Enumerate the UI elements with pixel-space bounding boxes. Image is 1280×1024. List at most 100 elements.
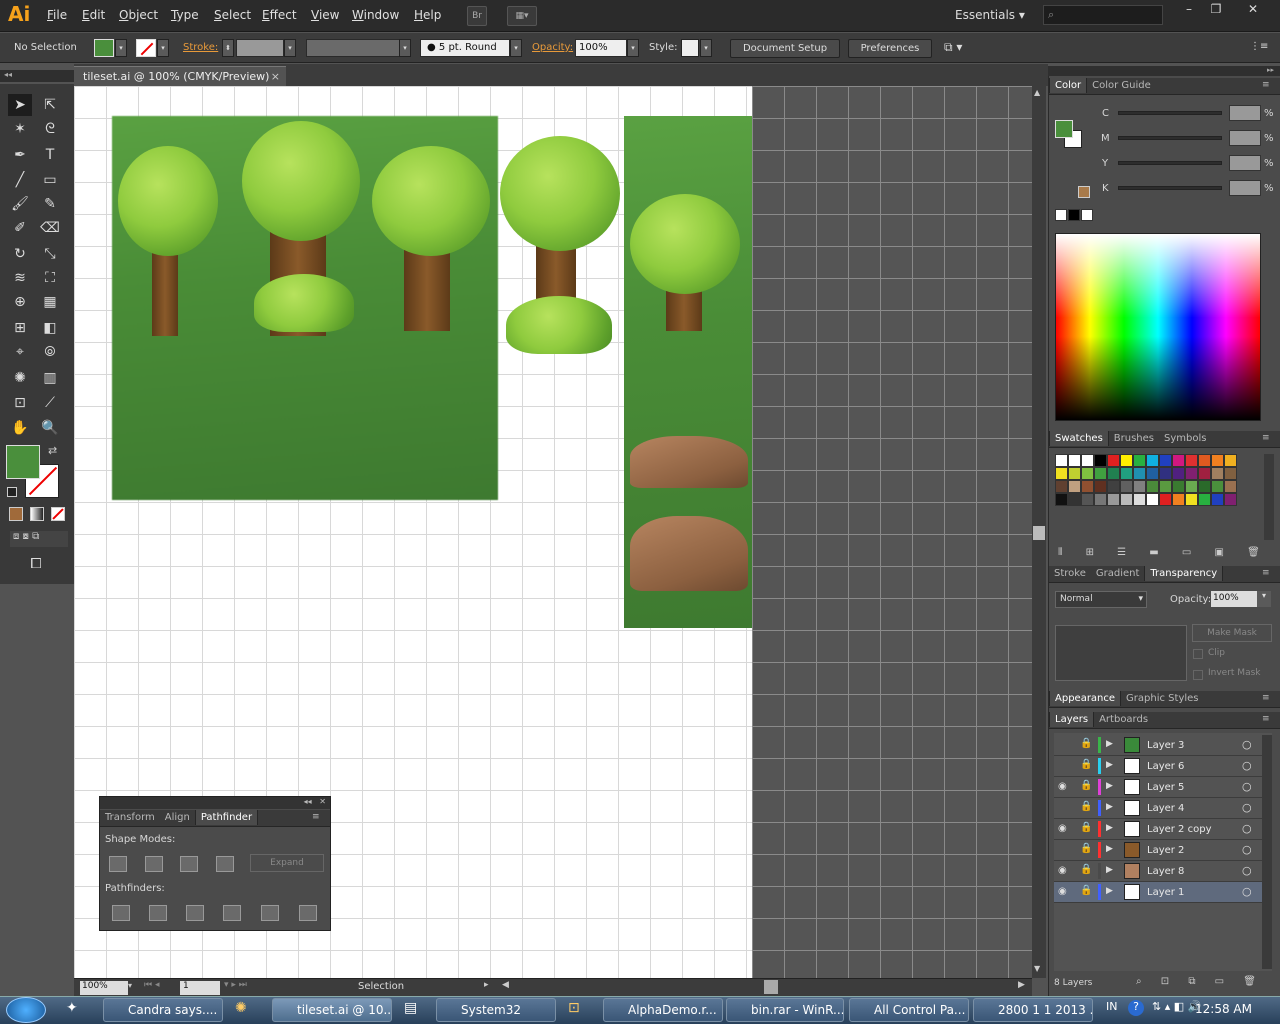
color-mode-button[interactable]	[9, 507, 23, 521]
toolbar-collapse-icon[interactable]: ◂◂	[0, 70, 74, 82]
lock-icon[interactable]: 🔒	[1080, 864, 1092, 875]
layer-name[interactable]: Layer 1	[1147, 887, 1184, 898]
taskbar-chrome[interactable]: Candra says.... ...	[103, 998, 223, 1022]
layers-scrollbar[interactable]	[1262, 735, 1272, 969]
selection-tool-icon[interactable]: ➤	[8, 94, 32, 116]
hscroll-left-icon[interactable]: ◀	[502, 980, 509, 990]
divide-icon[interactable]	[112, 905, 130, 921]
drawing-modes-icon[interactable]: ⧈ ⧇ ⧉	[10, 531, 68, 547]
pen-tool-icon[interactable]: ✒	[8, 144, 32, 166]
scale-tool-icon[interactable]: ⤡	[38, 243, 62, 265]
expand-triangle-icon[interactable]: ▶	[1106, 844, 1113, 854]
perspective-grid-tool-icon[interactable]: ▦	[38, 291, 62, 313]
menu-select[interactable]: Select	[214, 8, 251, 22]
layer-row[interactable]: ◉ 🔒 ▶ Layer 1 ○	[1054, 882, 1272, 903]
line-tool-icon[interactable]: ╱	[8, 169, 32, 191]
taskbar-control-panel[interactable]: All Control Pa...	[849, 998, 969, 1022]
menu-window[interactable]: Window	[352, 8, 399, 22]
lock-icon[interactable]: 🔒	[1080, 822, 1092, 833]
expand-triangle-icon[interactable]: ▶	[1106, 865, 1113, 875]
zoom-dropdown-icon[interactable]: ▾	[128, 981, 132, 990]
tab-color-guide[interactable]: Color Guide	[1087, 78, 1156, 93]
opacity-label[interactable]: Opacity:	[532, 42, 573, 53]
shape-builder-tool-icon[interactable]: ⊕	[8, 291, 32, 313]
tab-brushes[interactable]: Brushes	[1109, 431, 1159, 446]
tab-pathfinder[interactable]: Pathfinder	[194, 810, 259, 825]
hscroll-right-icon[interactable]: ▶	[1018, 980, 1025, 990]
taskbar-winrar[interactable]: bin.rar - WinR...	[726, 998, 844, 1022]
blend-mode-select[interactable]: Normal ▾	[1055, 591, 1147, 608]
scroll-down-icon[interactable]: ▼	[1034, 964, 1040, 973]
menu-view[interactable]: View	[311, 8, 339, 22]
expand-triangle-icon[interactable]: ▶	[1106, 760, 1113, 770]
color-spectrum[interactable]	[1055, 233, 1261, 421]
artboard-nav-first-icon[interactable]: ⏮ ◂	[144, 980, 159, 990]
crop-icon[interactable]	[223, 905, 241, 921]
restore-button[interactable]: ❐	[1203, 0, 1229, 18]
mesh-tool-icon[interactable]: ⊞	[8, 317, 32, 339]
paintbrush-tool-icon[interactable]: 🖌	[8, 193, 32, 215]
target-circle-icon[interactable]: ○	[1242, 759, 1252, 772]
lock-icon[interactable]: 🔒	[1080, 801, 1092, 812]
gradient-tool-icon[interactable]: ◧	[38, 317, 62, 339]
tray-icons[interactable]: ⇅ ▴ ◧ 🔊	[1152, 1000, 1201, 1013]
stroke-label[interactable]: Stroke:	[183, 42, 218, 53]
target-circle-icon[interactable]: ○	[1242, 843, 1252, 856]
slice-tool-icon[interactable]: ⟋	[38, 392, 62, 414]
screen-mode-icon[interactable]: ⧠	[24, 553, 48, 575]
layer-name[interactable]: Layer 6	[1147, 761, 1184, 772]
swatches-scrollbar[interactable]	[1264, 454, 1274, 540]
zoom-field[interactable]: 100%	[80, 981, 128, 995]
direct-selection-tool-icon[interactable]: ⇱	[38, 94, 62, 116]
menu-object[interactable]: Object	[119, 8, 158, 22]
profile-dropdown[interactable]: ▾	[399, 39, 411, 57]
target-circle-icon[interactable]: ○	[1242, 738, 1252, 751]
arrange-documents-button[interactable]: ▦▾	[507, 6, 537, 26]
swap-colors-icon[interactable]: ⇄	[48, 444, 57, 457]
lock-icon[interactable]: 🔒	[1080, 885, 1092, 896]
tab-swatches[interactable]: Swatches	[1049, 431, 1109, 446]
tab-graphic-styles[interactable]: Graphic Styles	[1121, 691, 1203, 706]
clock[interactable]: 12:58 AM	[1195, 1002, 1252, 1016]
target-circle-icon[interactable]: ○	[1242, 885, 1252, 898]
symbol-sprayer-tool-icon[interactable]: ✺	[8, 367, 32, 389]
eraser-tool-icon[interactable]: ⌫	[38, 217, 62, 239]
taskbar-2800[interactable]: 2800 1 1 2013 ...	[973, 998, 1093, 1022]
clip-checkbox[interactable]	[1193, 649, 1203, 659]
taskbar-system32[interactable]: System32	[436, 998, 556, 1022]
tab-transparency[interactable]: Transparency	[1144, 566, 1224, 581]
preferences-button[interactable]: Preferences	[848, 39, 932, 58]
tab-stroke[interactable]: Stroke	[1049, 566, 1091, 581]
expand-triangle-icon[interactable]: ▶	[1106, 823, 1113, 833]
layer-name[interactable]: Layer 3	[1147, 740, 1184, 751]
pinned-app-icon[interactable]: ✦	[66, 1000, 78, 1016]
stroke-swatch[interactable]	[136, 39, 156, 57]
channel-k-field[interactable]	[1229, 180, 1261, 196]
layer-name[interactable]: Layer 5	[1147, 782, 1184, 793]
artboard-nav-last-icon[interactable]: ▾ ▸ ⏭	[224, 980, 247, 990]
stroke-weight-field[interactable]	[236, 39, 284, 57]
taskbar-alphademo[interactable]: AlphaDemo.r...	[603, 998, 723, 1022]
style-dropdown[interactable]: ▾	[700, 39, 712, 57]
tab-appearance[interactable]: Appearance	[1049, 691, 1122, 706]
transparency-opacity-field[interactable]: 100%	[1211, 591, 1257, 607]
layer-name[interactable]: Layer 8	[1147, 866, 1184, 877]
white-color-button[interactable]	[1081, 209, 1093, 221]
stroke-weight-dropdown[interactable]: ▾	[284, 39, 296, 57]
swatches-panel-menu-icon[interactable]: ≡	[1262, 433, 1270, 443]
layer-row[interactable]: ◉ 🔒 ▶ Layer 2 copy ○	[1054, 819, 1272, 840]
lock-icon[interactable]: 🔒	[1080, 759, 1092, 770]
fill-color-front[interactable]	[6, 445, 40, 479]
lock-icon[interactable]: 🔒	[1080, 780, 1092, 791]
appearance-panel-menu-icon[interactable]: ≡	[1262, 693, 1270, 703]
status-menu-arrow-icon[interactable]: ▸	[484, 980, 489, 990]
control-panel-menu-icon[interactable]: ⋮≡	[1250, 41, 1268, 52]
layer-row[interactable]: 🔒 ▶ Layer 3 ○	[1054, 735, 1272, 756]
tab-gradient[interactable]: Gradient	[1091, 566, 1145, 581]
artboard-number-field[interactable]: 1	[180, 981, 220, 995]
brush-dropdown[interactable]: ▾	[510, 39, 522, 57]
dock-collapse-icon[interactable]: ▸▸	[1048, 66, 1280, 76]
channel-c-field[interactable]	[1229, 105, 1261, 121]
target-circle-icon[interactable]: ○	[1242, 801, 1252, 814]
tab-layers[interactable]: Layers	[1049, 712, 1095, 727]
